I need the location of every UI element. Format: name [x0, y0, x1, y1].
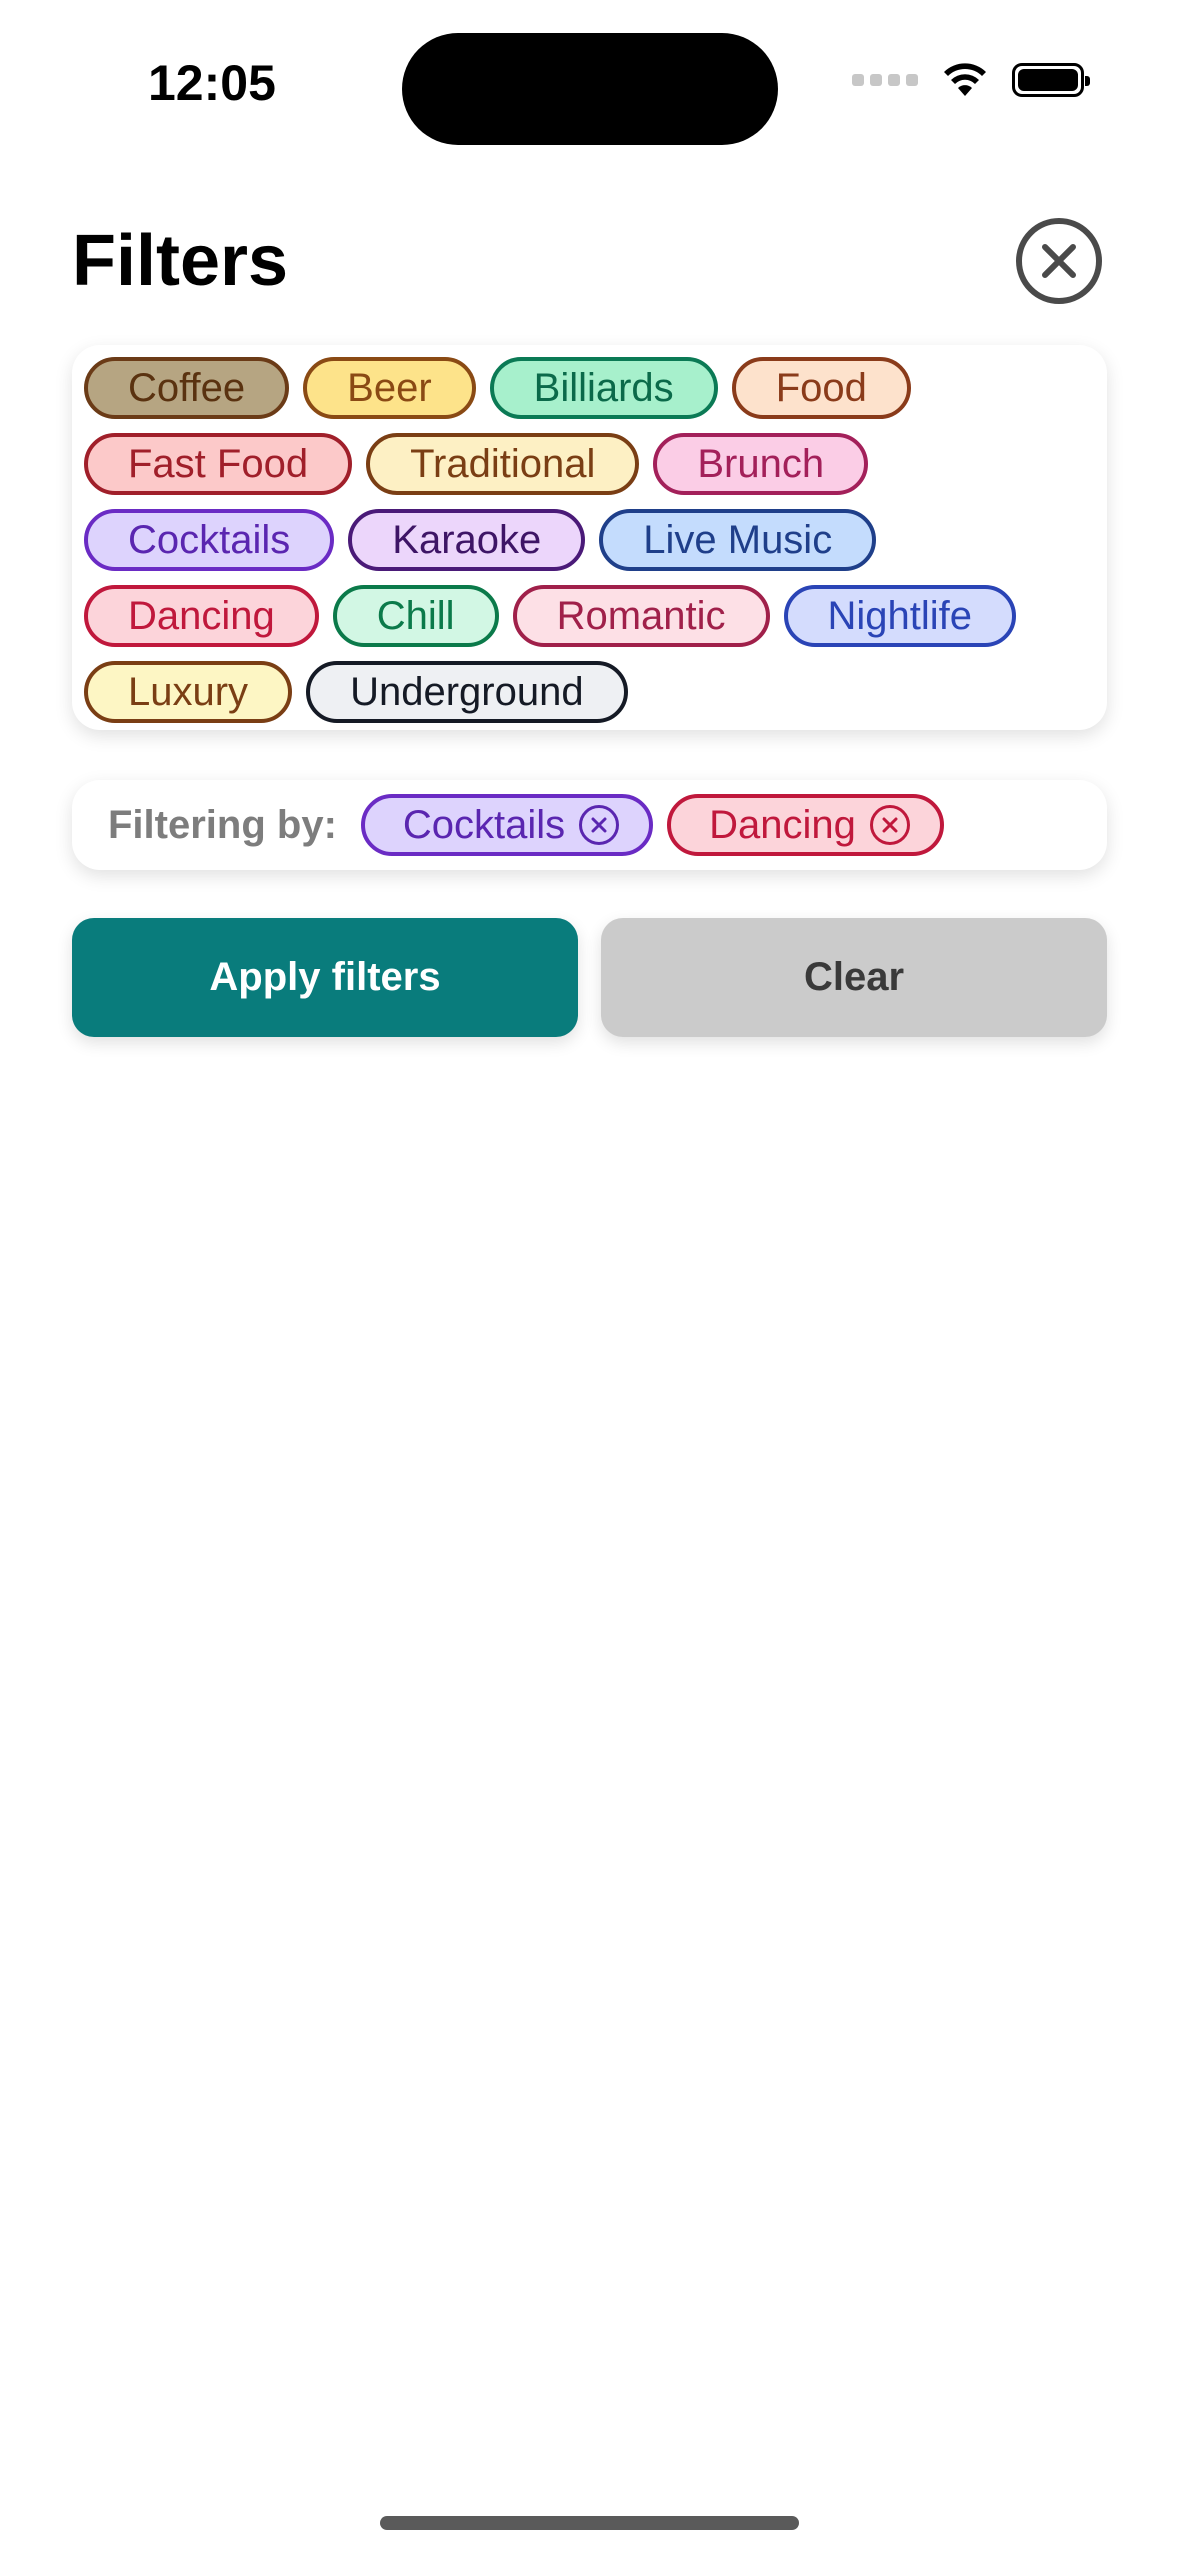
active-filter-dancing[interactable]: Dancing: [667, 794, 944, 856]
tag-chip-luxury[interactable]: Luxury: [84, 661, 293, 723]
filtering-by-bar: Filtering by: Cocktails Dancing: [72, 780, 1107, 870]
page-title: Filters: [72, 221, 289, 301]
battery-icon: [1012, 63, 1090, 97]
active-filter-list: Cocktails Dancing: [360, 794, 944, 856]
dynamic-island: [402, 33, 778, 145]
status-icons: [852, 62, 1090, 98]
tag-chip-beer[interactable]: Beer: [303, 357, 476, 419]
tag-list-card: Coffee Beer Billiards Food Fast Food Traditio…: [72, 345, 1107, 730]
close-button[interactable]: [1016, 218, 1102, 304]
tag-chip-cocktails[interactable]: Cocktails: [84, 509, 335, 571]
home-indicator: [380, 2516, 799, 2530]
wifi-icon: [944, 63, 986, 96]
tag-chip-live-music[interactable]: Live Music: [599, 509, 877, 571]
active-filter-cocktails[interactable]: Cocktails: [360, 794, 654, 856]
tag-chip-billiards[interactable]: Billiards: [489, 357, 718, 419]
tag-chip-food[interactable]: Food: [731, 357, 911, 419]
remove-filter-icon[interactable]: [579, 805, 620, 845]
tag-list: Coffee Beer Billiards Food Fast Food Traditio…: [84, 357, 1095, 723]
tag-chip-traditional[interactable]: Traditional: [366, 433, 640, 495]
tag-chip-underground[interactable]: Underground: [306, 661, 628, 723]
active-filter-label: Dancing: [709, 803, 856, 847]
tag-chip-dancing[interactable]: Dancing: [84, 585, 319, 647]
tag-chip-coffee[interactable]: Coffee: [84, 357, 290, 419]
apply-filters-button[interactable]: Apply filters: [72, 918, 578, 1037]
filtering-by-label: Filtering by:: [108, 802, 337, 847]
tag-chip-chill[interactable]: Chill: [332, 585, 499, 647]
cellular-signal-icon: [852, 74, 918, 86]
tag-chip-fast-food[interactable]: Fast Food: [84, 433, 353, 495]
tag-chip-nightlife[interactable]: Nightlife: [783, 585, 1017, 647]
tag-chip-romantic[interactable]: Romantic: [512, 585, 770, 647]
clear-button[interactable]: Clear: [601, 918, 1107, 1037]
active-filter-label: Cocktails: [402, 803, 566, 847]
tag-chip-karaoke[interactable]: Karaoke: [348, 509, 586, 571]
remove-filter-icon[interactable]: [869, 805, 910, 845]
tag-chip-brunch[interactable]: Brunch: [653, 433, 869, 495]
close-icon: [1042, 244, 1076, 278]
status-time: 12:05: [148, 55, 276, 111]
